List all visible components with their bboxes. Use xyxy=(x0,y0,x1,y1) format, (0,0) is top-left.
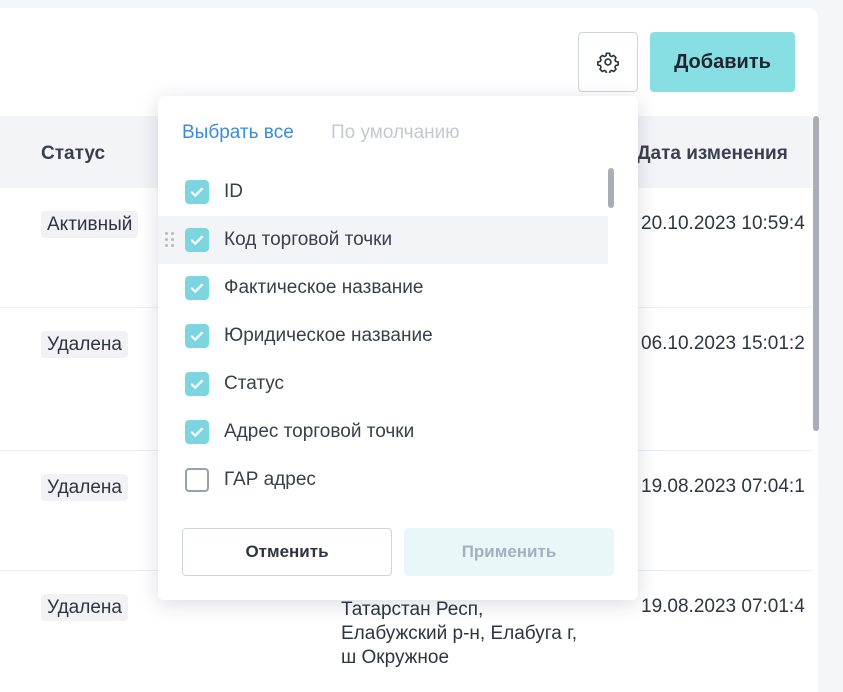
column-option-actual-name[interactable]: Фактическое название xyxy=(158,264,608,312)
address-cell: Татарстан Респ, Елабужский р-н, Елабуга … xyxy=(341,599,578,668)
column-option-address[interactable]: Адрес торговой точки xyxy=(158,408,608,456)
check-icon xyxy=(190,331,204,341)
column-option-label: Юридическое название xyxy=(224,325,433,346)
check-icon xyxy=(190,427,204,437)
status-badge: Удалена xyxy=(41,331,128,358)
date-cell: 06.10.2023 15:01:2 xyxy=(641,333,805,354)
checkbox[interactable] xyxy=(185,324,209,348)
check-icon xyxy=(190,283,204,293)
column-settings-popup: Выбрать все По умолчанию ID Код торговой… xyxy=(158,96,638,600)
date-cell: 20.10.2023 10:59:4 xyxy=(641,213,805,234)
column-header-status[interactable]: Статус xyxy=(41,143,105,165)
column-header-date[interactable]: Дата изменения xyxy=(637,143,788,165)
popup-scrollbar[interactable] xyxy=(608,168,614,208)
drag-handle-icon[interactable] xyxy=(165,232,175,248)
column-option-label: Статус xyxy=(224,373,285,394)
column-settings-button[interactable] xyxy=(578,32,638,92)
column-option-label: ID xyxy=(224,181,243,202)
column-option-gar-address[interactable]: ГАР адрес xyxy=(158,456,608,504)
select-all-link[interactable]: Выбрать все xyxy=(182,122,294,144)
check-icon xyxy=(190,235,204,245)
checkbox[interactable] xyxy=(185,276,209,300)
checkbox[interactable] xyxy=(185,228,209,252)
add-button[interactable]: Добавить xyxy=(650,32,795,92)
column-option-label: Адрес торговой точки xyxy=(224,421,415,442)
table-scrollbar[interactable] xyxy=(813,116,819,431)
default-link[interactable]: По умолчанию xyxy=(331,122,460,144)
cancel-button[interactable]: Отменить xyxy=(182,528,392,576)
column-option-label: Код торговой точки xyxy=(224,229,393,250)
column-option-status[interactable]: Статус xyxy=(158,360,608,408)
column-option-legal-name[interactable]: Юридическое название xyxy=(158,312,608,360)
checkbox[interactable] xyxy=(185,420,209,444)
gear-icon xyxy=(597,52,619,73)
check-icon xyxy=(190,379,204,389)
column-option-label: ГАР адрес xyxy=(224,469,316,490)
checkbox[interactable] xyxy=(185,180,209,204)
column-option-code[interactable]: Код торговой точки xyxy=(158,216,608,264)
date-cell: 19.08.2023 07:01:4 xyxy=(641,596,805,617)
date-cell: 19.08.2023 07:04:1 xyxy=(641,476,805,497)
column-option-label: Фактическое название xyxy=(224,277,424,298)
checkbox[interactable] xyxy=(185,468,209,492)
status-badge: Удалена xyxy=(41,594,128,621)
checkbox[interactable] xyxy=(185,372,209,396)
status-badge: Активный xyxy=(41,211,139,238)
apply-button[interactable]: Применить xyxy=(404,528,614,576)
check-icon xyxy=(190,187,204,197)
status-badge: Удалена xyxy=(41,474,128,501)
column-option-id[interactable]: ID xyxy=(158,168,608,216)
